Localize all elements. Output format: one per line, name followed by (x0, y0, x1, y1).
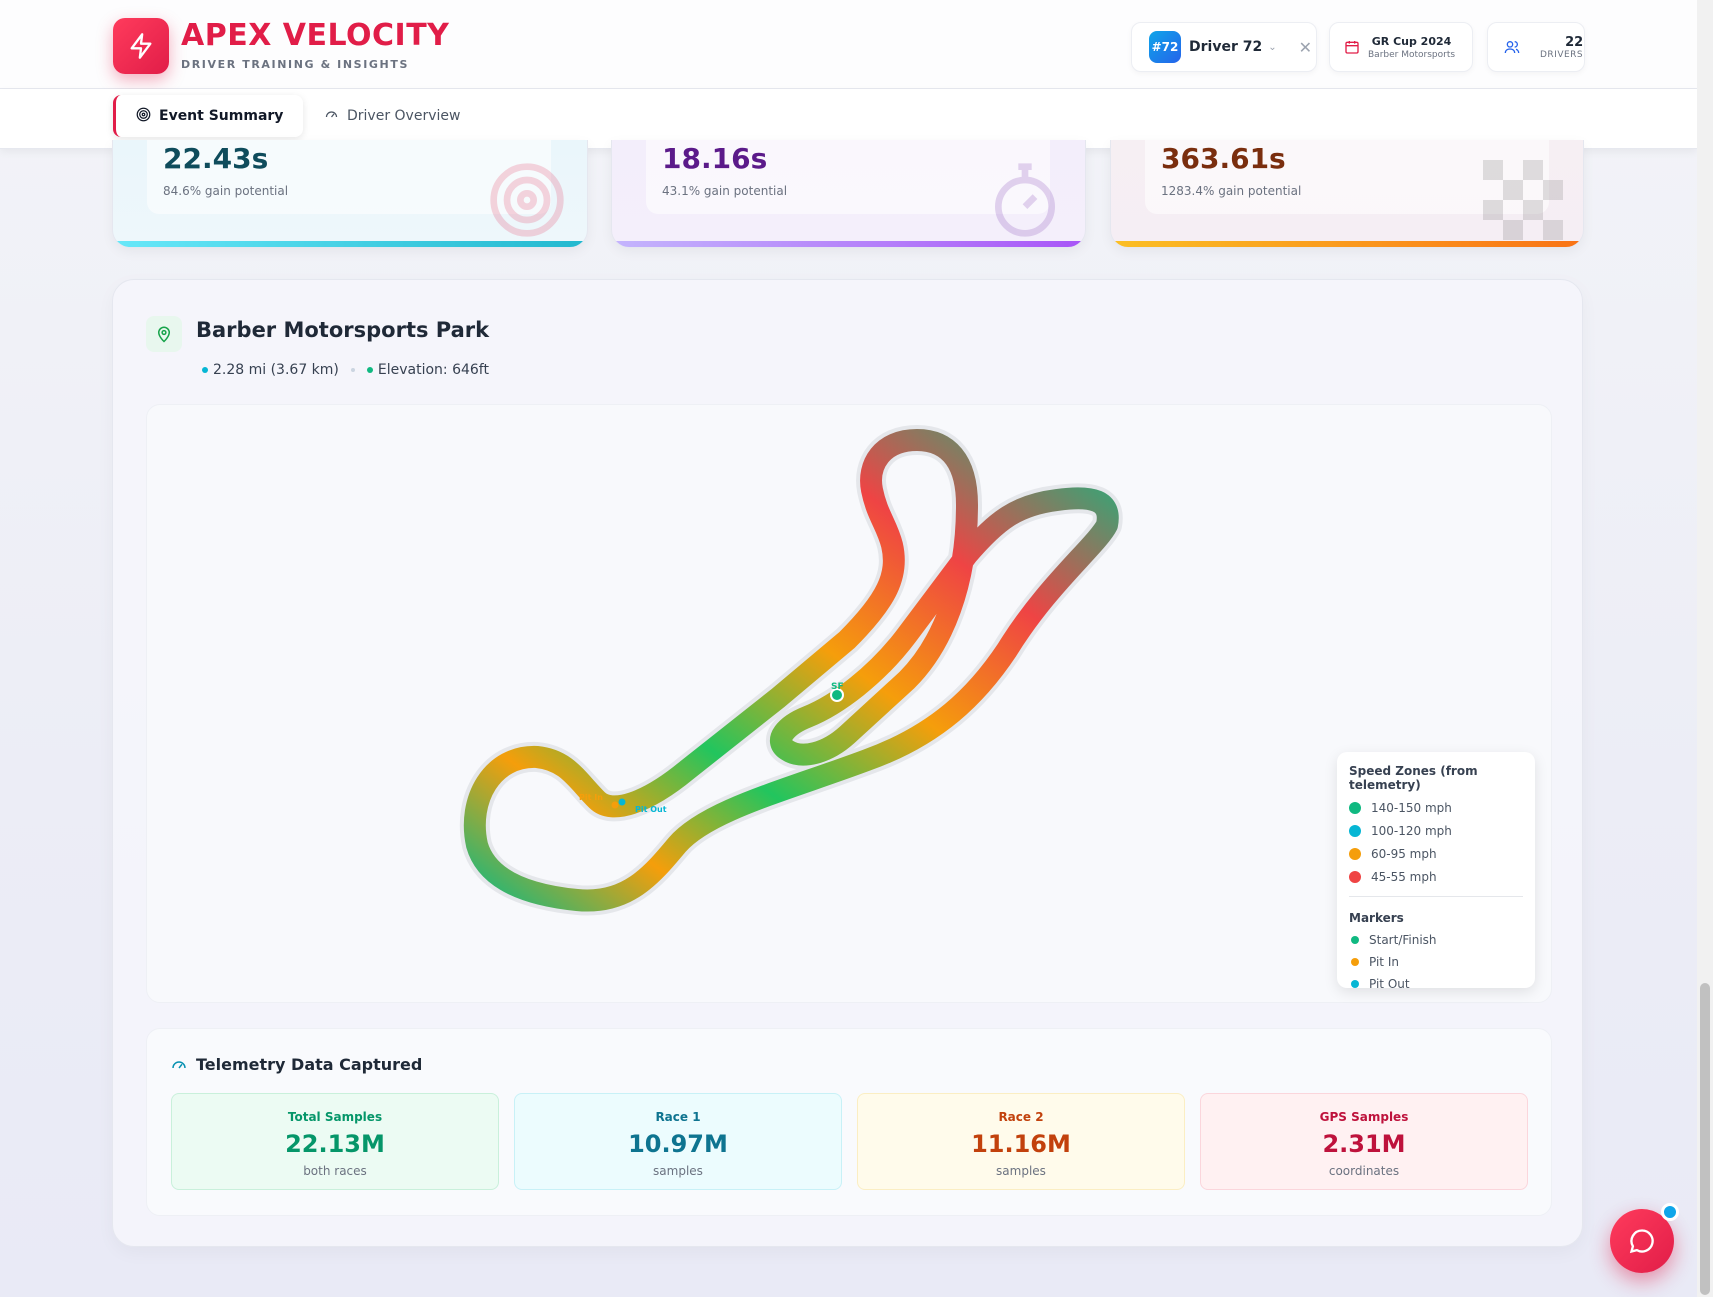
legend-label: 100-120 mph (1371, 824, 1452, 838)
track-elevation: Elevation: 646ft (377, 362, 489, 378)
telemetry-card-value: 11.16M (971, 1130, 1071, 1158)
cyan-swatch (1349, 825, 1361, 837)
pit-out-marker[interactable] (618, 798, 626, 806)
chevron-down-icon: ⌄ (1268, 41, 1277, 53)
telemetry-card-value: 2.31M (1322, 1130, 1406, 1158)
legend-speed-row: 140-150 mph (1349, 801, 1523, 815)
driver-selector[interactable]: #72 Driver 72 ⌄ ✕ (1131, 22, 1317, 72)
target-icon (136, 107, 151, 126)
drivers-count-label: DRIVERS (1540, 49, 1584, 60)
green-dot (1351, 936, 1359, 944)
tab-driver-overview[interactable]: Driver Overview (304, 95, 480, 137)
telemetry-card-label: GPS Samples (1319, 1110, 1409, 1124)
event-venue: Barber Motorsports (1368, 49, 1456, 60)
tab-label: Event Summary (159, 108, 284, 124)
tab-label: Driver Overview (347, 108, 461, 124)
legend-speed-title: Speed Zones (from telemetry) (1349, 764, 1478, 792)
amber-swatch (1349, 848, 1361, 860)
stat-card-1: 22.43s 84.6% gain potential (112, 140, 588, 248)
legend-label: 60-95 mph (1371, 847, 1437, 861)
event-name: GR Cup 2024 (1371, 34, 1452, 48)
pit-out-label: Pit Out (635, 805, 667, 814)
telemetry-card-race2: Race 2 11.16M samples (857, 1093, 1185, 1190)
telemetry-card-value: 22.13M (285, 1130, 385, 1158)
dot-icon (366, 367, 373, 373)
legend-speed-row: 45-55 mph (1349, 870, 1523, 884)
cyan-dot (1351, 980, 1359, 988)
event-info[interactable]: GR Cup 2024 Barber Motorsports (1329, 22, 1473, 72)
telemetry-card-gps: GPS Samples 2.31M coordinates (1200, 1093, 1528, 1190)
brand-title: APEX VELOCITY (181, 18, 450, 53)
notification-dot (1661, 1203, 1679, 1221)
stat-value: 18.16s (662, 142, 768, 175)
tab-event-summary[interactable]: Event Summary (113, 95, 304, 137)
telemetry-title-text: Telemetry Data Captured (196, 1055, 423, 1074)
legend-label: Pit In (1369, 955, 1399, 969)
telemetry-card-total: Total Samples 22.13M both races (171, 1093, 499, 1190)
stopwatch-icon (995, 163, 1055, 237)
pit-in-label: Pit In (579, 793, 603, 802)
scrollbar-thumb[interactable] (1700, 983, 1710, 1295)
checkered-flag-icon (1483, 160, 1563, 240)
chat-bubble-icon (1629, 1229, 1654, 1254)
telemetry-card-label: Race 1 (655, 1110, 701, 1124)
track-length: 2.28 mi (3.67 km) (213, 362, 339, 378)
legend-speed-row: 60-95 mph (1349, 847, 1523, 861)
pit-in-marker[interactable] (611, 801, 619, 809)
app-header: APEX VELOCITY DRIVER TRAINING & INSIGHTS… (0, 0, 1697, 89)
users-icon (1504, 41, 1520, 54)
telemetry-card-label: Race 2 (998, 1110, 1044, 1124)
legend-label: 140-150 mph (1371, 801, 1452, 815)
stat-value: 363.61s (1161, 142, 1286, 175)
legend-speed-row: 100-120 mph (1349, 824, 1523, 838)
stat-card-2: 18.16s 43.1% gain potential (611, 140, 1086, 248)
drivers-count-value: 22 (1565, 34, 1584, 50)
close-icon[interactable]: ✕ (1299, 38, 1312, 57)
map-pin-icon (146, 316, 182, 352)
target-icon (490, 163, 564, 237)
track-title: Barber Motorsports Park (196, 318, 490, 342)
brand-subtitle: DRIVER TRAINING & INSIGHTS (181, 58, 409, 71)
driver-name: Driver 72 (1189, 39, 1263, 55)
legend-label: Start/Finish (1369, 933, 1437, 947)
stat-accent-bar (612, 241, 1085, 247)
telemetry-card-race1: Race 1 10.97M samples (514, 1093, 842, 1190)
telemetry-card-value: 10.97M (628, 1130, 728, 1158)
stat-subtitle: 84.6% gain potential (163, 184, 289, 198)
green-swatch (1349, 802, 1361, 814)
red-swatch (1349, 871, 1361, 883)
start-finish-label: SF (831, 682, 844, 692)
telemetry-card-sub: samples (996, 1164, 1046, 1178)
stat-accent-bar (113, 241, 587, 247)
telemetry-title: Telemetry Data Captured (170, 1055, 422, 1074)
telemetry-card-sub: coordinates (1328, 1164, 1400, 1178)
telemetry-card-label: Total Samples (287, 1110, 383, 1124)
telemetry-card-sub: samples (653, 1164, 703, 1178)
legend-marker-row: Pit In (1349, 955, 1523, 969)
legend-label: Pit Out (1369, 977, 1410, 991)
stat-value: 22.43s (163, 142, 269, 175)
logo[interactable] (113, 18, 169, 74)
driver-number-badge: #72 (1149, 31, 1181, 63)
separator (350, 368, 355, 372)
legend-markers-title: Markers (1349, 911, 1404, 925)
lightning-icon (130, 33, 152, 59)
stat-subtitle: 1283.4% gain potential (1161, 184, 1302, 198)
legend-marker-row: Start/Finish (1349, 933, 1523, 947)
telemetry-card-sub: both races (303, 1164, 367, 1178)
drivers-count[interactable]: 22 DRIVERS (1487, 22, 1585, 72)
gauge-icon (324, 107, 339, 126)
map-legend: Speed Zones (from telemetry) 140-150 mph… (1337, 752, 1535, 991)
track-meta: 2.28 mi (3.67 km) Elevation: 646ft (202, 362, 489, 378)
legend-marker-row: Pit Out (1349, 977, 1523, 991)
amber-dot (1351, 958, 1359, 966)
dot-icon (202, 367, 208, 373)
stat-accent-bar (1111, 241, 1583, 247)
stat-subtitle: 43.1% gain potential (662, 184, 788, 198)
gauge-icon (172, 1060, 186, 1068)
legend-divider (1349, 896, 1523, 897)
stat-card-3: 363.61s 1283.4% gain potential (1110, 140, 1584, 248)
legend-label: 45-55 mph (1371, 870, 1437, 884)
calendar-icon (1345, 41, 1359, 54)
